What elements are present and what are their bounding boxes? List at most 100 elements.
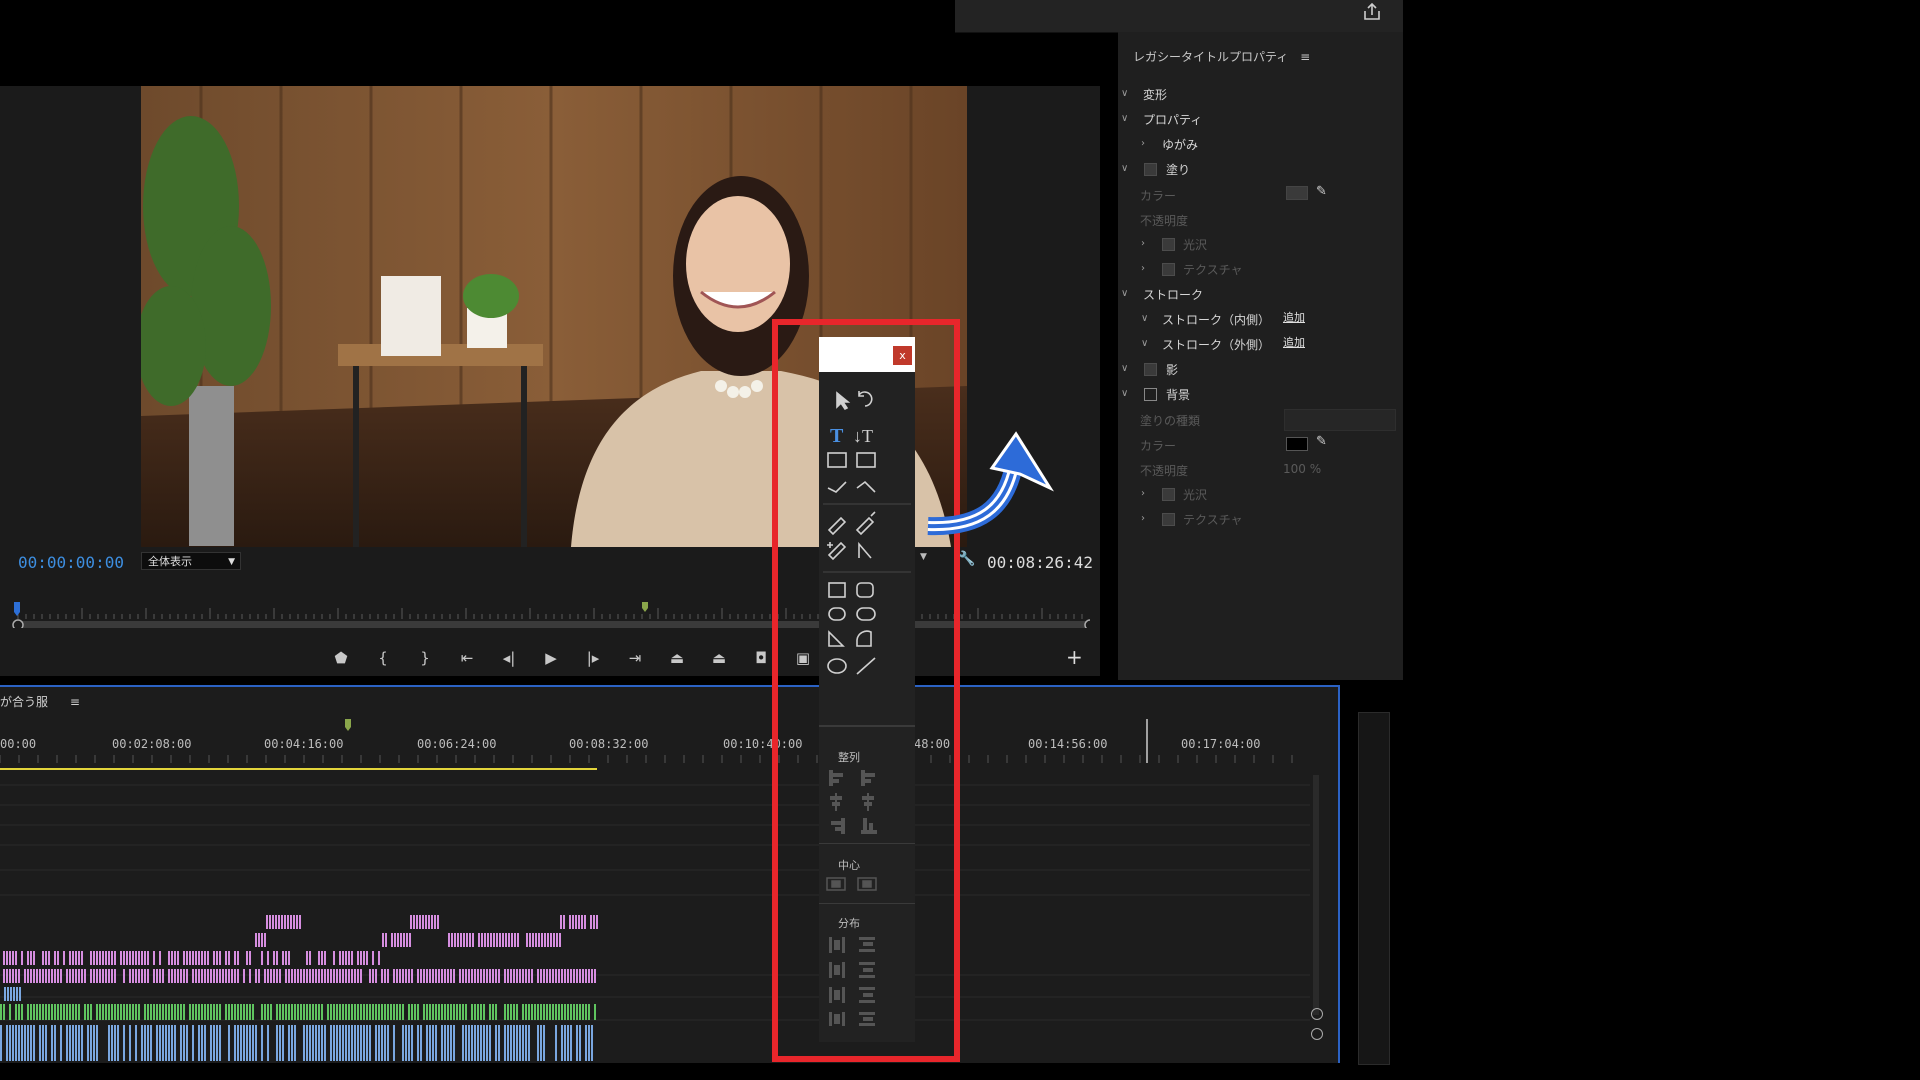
clip[interactable] (144, 951, 146, 965)
clip[interactable] (411, 1025, 413, 1061)
clip[interactable] (15, 951, 17, 965)
clip[interactable] (318, 1004, 320, 1020)
clip[interactable] (0, 1025, 2, 1061)
clip[interactable] (213, 969, 215, 983)
clip[interactable] (416, 915, 418, 929)
clip[interactable] (381, 969, 383, 983)
clip[interactable] (291, 1004, 293, 1020)
clip[interactable] (273, 951, 275, 965)
clip[interactable] (180, 1025, 182, 1061)
clip[interactable] (9, 1025, 11, 1061)
clip[interactable] (429, 969, 431, 983)
clip[interactable] (156, 1004, 158, 1020)
clip[interactable] (135, 969, 137, 983)
clip[interactable] (222, 969, 224, 983)
clip[interactable] (27, 1025, 29, 1061)
clip[interactable] (6, 951, 8, 965)
clip[interactable] (96, 969, 98, 983)
clip[interactable] (299, 915, 301, 929)
clip[interactable] (582, 1004, 584, 1020)
clip[interactable] (237, 1025, 239, 1061)
clip[interactable] (39, 1004, 41, 1020)
clip[interactable] (351, 1025, 353, 1061)
clip[interactable] (558, 969, 560, 983)
clip[interactable] (555, 1025, 557, 1061)
clip[interactable] (457, 933, 459, 947)
clip[interactable] (54, 1025, 56, 1061)
clip[interactable] (372, 951, 374, 965)
clip[interactable] (102, 1004, 104, 1020)
clip[interactable] (419, 915, 421, 929)
clip[interactable] (363, 1025, 365, 1061)
clip[interactable] (219, 969, 221, 983)
clip[interactable] (30, 1025, 32, 1061)
clip[interactable] (243, 1004, 245, 1020)
clip[interactable] (369, 1025, 371, 1061)
clip[interactable] (102, 969, 104, 983)
clip[interactable] (219, 951, 221, 965)
clip[interactable] (561, 969, 563, 983)
clip[interactable] (201, 969, 203, 983)
clip[interactable] (513, 1004, 515, 1020)
lift-icon[interactable]: ⏏ (656, 649, 698, 667)
clip[interactable] (309, 1025, 311, 1061)
clip[interactable] (471, 1025, 473, 1061)
clip[interactable] (204, 1025, 206, 1061)
clip[interactable] (284, 915, 286, 929)
clip[interactable] (567, 969, 569, 983)
clip[interactable] (192, 1025, 194, 1061)
clip[interactable] (444, 1025, 446, 1061)
clip[interactable] (540, 1025, 542, 1061)
clip[interactable] (288, 1025, 290, 1061)
clip[interactable] (69, 951, 71, 965)
section-fill[interactable]: 塗り (1166, 161, 1190, 178)
clip[interactable] (517, 933, 519, 947)
clip[interactable] (156, 969, 158, 983)
clip[interactable] (108, 951, 110, 965)
clip[interactable] (410, 915, 412, 929)
clip[interactable] (402, 969, 404, 983)
clip[interactable] (183, 969, 185, 983)
clip[interactable] (471, 969, 473, 983)
clip[interactable] (394, 933, 396, 947)
clip[interactable] (345, 969, 347, 983)
clip[interactable] (249, 969, 251, 983)
clip[interactable] (513, 1025, 515, 1061)
clip[interactable] (306, 969, 308, 983)
clip[interactable] (66, 969, 68, 983)
clip[interactable] (267, 951, 269, 965)
fill-sheen-checkbox[interactable] (1162, 238, 1175, 251)
clip[interactable] (237, 951, 239, 965)
clip[interactable] (387, 1025, 389, 1061)
clip[interactable] (403, 933, 405, 947)
clip[interactable] (249, 1025, 251, 1061)
clip[interactable] (384, 1025, 386, 1061)
clip[interactable] (153, 1004, 155, 1020)
clip[interactable] (90, 951, 92, 965)
clip[interactable] (531, 1004, 533, 1020)
clip[interactable] (400, 933, 402, 947)
clip[interactable] (372, 969, 374, 983)
timeline-tracks[interactable] (0, 775, 1310, 1063)
clip[interactable] (240, 1004, 242, 1020)
clip[interactable] (33, 951, 35, 965)
clip[interactable] (264, 933, 266, 947)
clip[interactable] (207, 1004, 209, 1020)
clip[interactable] (39, 969, 41, 983)
clip[interactable] (198, 1004, 200, 1020)
clip[interactable] (393, 969, 395, 983)
clip[interactable] (132, 969, 134, 983)
clip[interactable] (21, 1004, 23, 1020)
clip[interactable] (502, 933, 504, 947)
clip[interactable] (451, 933, 453, 947)
clip[interactable] (378, 1025, 380, 1061)
clip[interactable] (267, 1025, 269, 1061)
clip[interactable] (510, 969, 512, 983)
clip[interactable] (69, 1004, 71, 1020)
clip[interactable] (216, 951, 218, 965)
clip[interactable] (543, 969, 545, 983)
clip[interactable] (186, 969, 188, 983)
clip[interactable] (246, 1025, 248, 1061)
clip[interactable] (590, 915, 592, 929)
clip[interactable] (153, 969, 155, 983)
